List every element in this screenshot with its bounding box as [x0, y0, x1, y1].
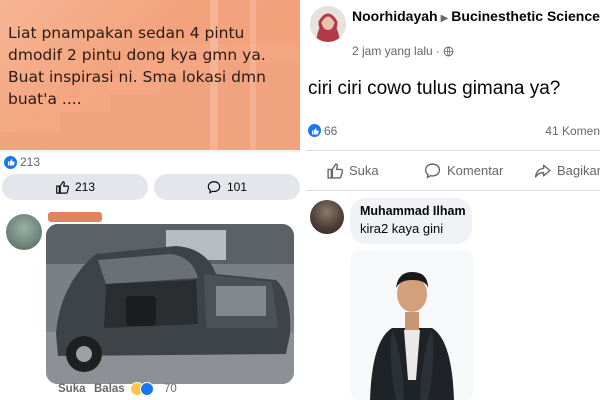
post-meta: 2 jam yang lalu ·: [352, 44, 454, 58]
like-thumb-icon: [56, 181, 69, 194]
post-text: Liat pnampakan sedan 4 pintu dmodif 2 pi…: [8, 24, 266, 108]
avatar[interactable]: [310, 200, 344, 234]
author-name[interactable]: Noorhidayah: [352, 8, 438, 24]
like-button[interactable]: 213: [2, 174, 148, 200]
like-button-count: 213: [74, 180, 96, 194]
post-background: Liat pnampakan sedan 4 pintu dmodif 2 pi…: [0, 0, 300, 150]
share-button-label: Bagikan: [557, 163, 600, 178]
reaction-count: 213: [20, 155, 41, 169]
like-reaction-icon: [140, 382, 154, 396]
author-avatar-image: [310, 6, 346, 42]
comment-button-label: Komentar: [447, 163, 504, 178]
left-post-panel: Liat pnampakan sedan 4 pintu dmodif 2 pi…: [0, 0, 300, 400]
comment-photo[interactable]: [46, 224, 294, 384]
comment-reply-link[interactable]: Balas: [94, 383, 125, 395]
avatar[interactable]: [6, 214, 42, 250]
comment-button[interactable]: 101: [154, 174, 300, 200]
car-photo-image: [46, 224, 294, 384]
comment-icon: [207, 181, 221, 194]
comment-photo[interactable]: [350, 250, 474, 400]
post-action-bar: 213 101: [0, 172, 300, 206]
share-icon: [534, 164, 551, 178]
right-post-panel: Noorhidayah ▶ Bucinesthetic Science 2 jam …: [306, 0, 600, 400]
avatar[interactable]: [310, 6, 346, 42]
like-reaction-icon: [4, 155, 17, 169]
like-thumb-icon: [327, 163, 343, 179]
divider: [306, 190, 600, 191]
comment-icon: [424, 163, 441, 179]
comment-bubble: Muhammad Ilham kira2 kaya gini: [350, 198, 472, 244]
man-photo-image: [350, 250, 474, 400]
reaction-summary: 66 41 Komen: [306, 123, 600, 141]
comment-count[interactable]: 41 Komen: [545, 124, 600, 138]
like-reaction-icon: [308, 124, 321, 137]
share-button[interactable]: Bagikan: [534, 162, 600, 179]
globe-icon: [443, 46, 454, 56]
comment-button[interactable]: Komentar: [424, 162, 503, 179]
like-button-label: Suka: [349, 163, 379, 178]
comment-reactions[interactable]: [130, 382, 154, 396]
post-author-line: Noorhidayah ▶ Bucinesthetic Science: [352, 8, 600, 27]
comment-reaction-count: 70: [164, 383, 177, 395]
comment-text: kira2 kaya gini: [360, 221, 444, 236]
comment-like-link[interactable]: Suka: [58, 383, 86, 395]
commenter-name[interactable]: Muhammad Ilham: [360, 204, 466, 218]
reaction-summary[interactable]: 213: [0, 152, 300, 172]
post-time[interactable]: 2 jam yang lalu: [352, 44, 433, 58]
group-name[interactable]: Bucinesthetic Science: [451, 8, 600, 24]
post-question: ciri ciri cowo tulus gimana ya?: [308, 78, 561, 99]
comment-area: [0, 206, 300, 400]
group-arrow-icon: ▶: [440, 13, 449, 24]
reaction-count[interactable]: 66: [324, 124, 337, 138]
comment-button-count: 101: [226, 180, 248, 194]
like-button[interactable]: Suka: [326, 162, 379, 179]
redacted-commenter-name: [48, 212, 102, 222]
post-action-bar: Suka Komentar Bagikan: [306, 158, 600, 186]
comment-footer: Suka Balas 70: [0, 380, 300, 400]
meta-dot: ·: [435, 44, 440, 58]
divider: [306, 150, 600, 151]
